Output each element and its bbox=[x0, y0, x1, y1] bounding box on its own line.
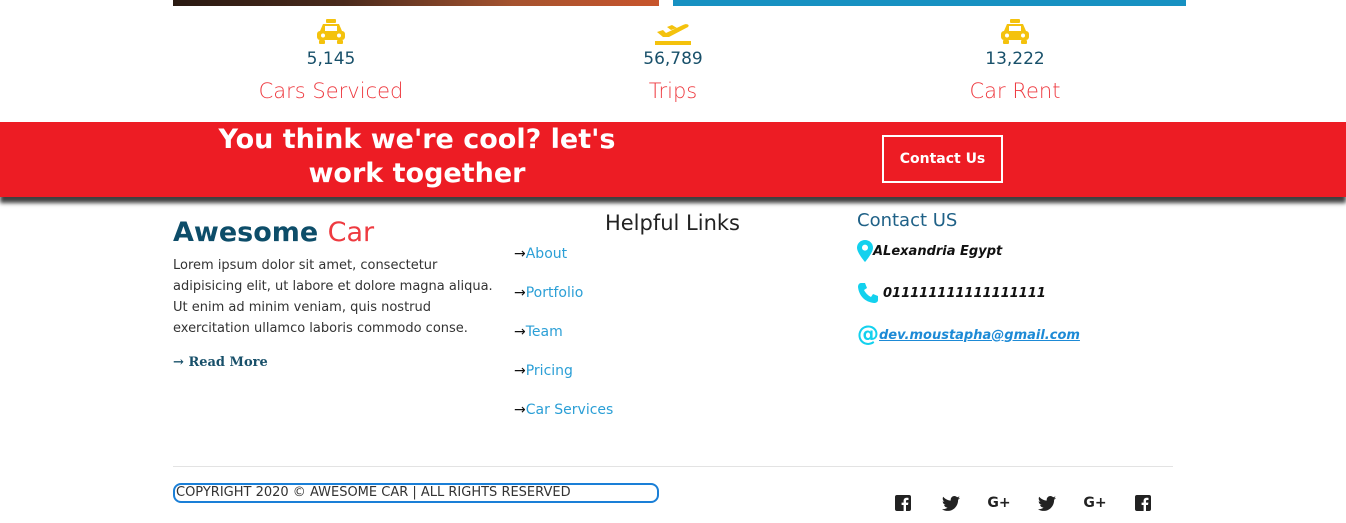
link-portfolio[interactable]: Portfolio bbox=[526, 285, 584, 301]
arrow-right-icon: → bbox=[514, 285, 526, 301]
contact-us-button[interactable]: Contact Us bbox=[882, 135, 1003, 183]
list-item: →Pricing bbox=[514, 361, 613, 400]
plane-departure-icon bbox=[655, 24, 691, 45]
cta-banner: You think we're cool? let's work togethe… bbox=[0, 122, 1346, 197]
stat-value: 13,222 bbox=[985, 49, 1045, 69]
stat-label: Car Rent bbox=[969, 79, 1061, 103]
about-text: Lorem ipsum dolor sit amet, consectetur … bbox=[173, 258, 493, 336]
contact-section: Contact US ALexandria Egypt 011111111111… bbox=[857, 208, 1187, 346]
at-sign-icon: @ bbox=[857, 322, 879, 347]
twitter-icon[interactable] bbox=[1037, 494, 1057, 512]
stat-value: 5,145 bbox=[306, 49, 356, 69]
copyright-text: COPYRIGHT 2020 © AWESOME CAR | ALL RIGHT… bbox=[173, 483, 659, 503]
google-plus-icon[interactable]: G+ bbox=[987, 494, 1010, 512]
link-car-services[interactable]: Car Services bbox=[526, 402, 614, 418]
twitter-icon[interactable] bbox=[941, 494, 961, 512]
list-item: →Portfolio bbox=[514, 283, 613, 322]
facebook-icon[interactable] bbox=[893, 494, 913, 512]
service-image-left bbox=[173, 0, 659, 6]
email-link[interactable]: dev.moustapha@gmail.com bbox=[879, 328, 1080, 343]
stat-trips: 56,789 Trips bbox=[553, 16, 793, 104]
arrow-right-icon: → bbox=[514, 402, 526, 418]
contact-phone: 011111111111111111 bbox=[857, 282, 1187, 304]
helpful-links-title: Helpful Links bbox=[604, 211, 741, 235]
list-item: →About bbox=[514, 244, 613, 283]
google-plus-icon[interactable]: G+ bbox=[1083, 494, 1106, 512]
link-about[interactable]: About bbox=[526, 246, 567, 262]
phone-icon bbox=[858, 283, 878, 303]
link-pricing[interactable]: Pricing bbox=[526, 363, 573, 379]
social-links: G+ G+ bbox=[893, 494, 1181, 512]
stat-car-rent: 13,222 Car Rent bbox=[895, 16, 1135, 104]
service-image-right bbox=[673, 0, 1186, 6]
helpful-links-list: →About →Portfolio →Team →Pricing →Car Se… bbox=[514, 244, 613, 439]
brand-main: Awesome bbox=[173, 217, 319, 248]
arrow-right-icon: → bbox=[514, 246, 526, 262]
map-marker-icon bbox=[857, 240, 873, 262]
arrow-right-icon: → bbox=[514, 363, 526, 379]
footer-brand: Awesome Car bbox=[173, 215, 493, 251]
facebook-icon[interactable] bbox=[1133, 494, 1153, 512]
about-section: Awesome Car Lorem ipsum dolor sit amet, … bbox=[173, 215, 493, 370]
brand-accent: Car bbox=[327, 217, 375, 248]
address-text: ALexandria Egypt bbox=[873, 243, 1003, 259]
stat-label: Trips bbox=[648, 79, 698, 103]
read-more-label: Read More bbox=[188, 355, 268, 370]
list-item: →Team bbox=[514, 322, 613, 361]
arrow-right-icon: → bbox=[514, 324, 526, 340]
contact-email: @ dev.moustapha@gmail.com bbox=[857, 324, 1187, 346]
phone-text: 011111111111111111 bbox=[883, 285, 1046, 301]
stat-label: Cars Serviced bbox=[258, 79, 404, 103]
contact-title: Contact US bbox=[857, 210, 958, 231]
taxi-icon bbox=[317, 19, 345, 44]
stat-value: 56,789 bbox=[643, 49, 703, 69]
link-team[interactable]: Team bbox=[526, 324, 563, 340]
arrow-right-icon: → bbox=[173, 355, 184, 370]
stat-cars-serviced: 5,145 Cars Serviced bbox=[211, 16, 451, 104]
read-more-link[interactable]: → Read More bbox=[173, 355, 268, 370]
list-item: →Car Services bbox=[514, 400, 613, 439]
footer-divider bbox=[173, 466, 1173, 467]
taxi-icon bbox=[1001, 19, 1029, 44]
contact-address: ALexandria Egypt bbox=[857, 240, 1187, 262]
banner-headline: You think we're cool? let's work togethe… bbox=[218, 124, 616, 189]
